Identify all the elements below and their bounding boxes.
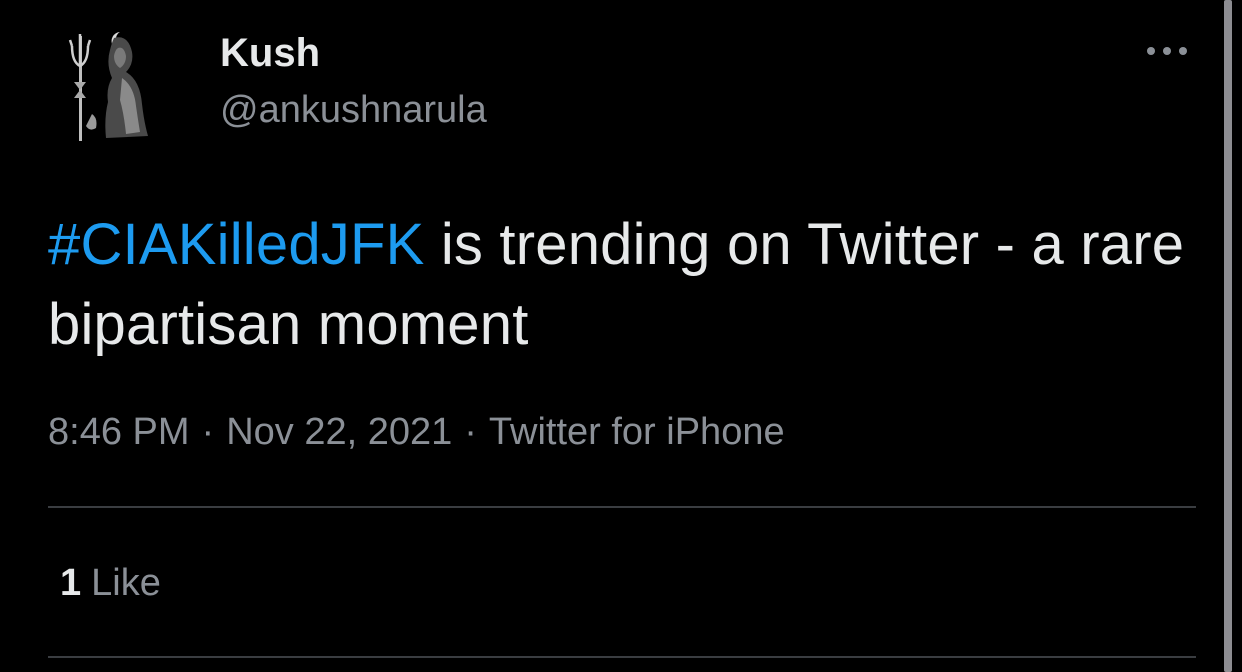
- divider: [48, 656, 1196, 658]
- more-horizontal-icon: [1147, 47, 1187, 55]
- meta-separator: ·: [201, 411, 215, 453]
- author-display-name[interactable]: Kush: [220, 30, 320, 76]
- tweet-source[interactable]: Twitter for iPhone: [489, 411, 785, 453]
- tweet-text: #CIAKilledJFK is trending on Twitter - a…: [48, 205, 1198, 365]
- meta-separator: ·: [464, 411, 477, 453]
- divider: [48, 506, 1196, 508]
- tweet-detail-view: Kush @ankushnarula #CIAKilledJFK is tren…: [0, 0, 1242, 672]
- more-options-button[interactable]: [1138, 34, 1196, 68]
- tweet-time[interactable]: 8:46 PM: [48, 411, 190, 453]
- avatar[interactable]: [62, 18, 158, 148]
- shiva-trident-silhouette-avatar-icon: [68, 32, 148, 141]
- likes-label: Like: [91, 562, 161, 604]
- likes-count: 1: [60, 562, 82, 604]
- likes-stat[interactable]: 1 Like: [60, 560, 161, 606]
- author-handle[interactable]: @ankushnarula: [220, 88, 487, 132]
- scrollbar[interactable]: [1224, 0, 1232, 672]
- hashtag-link[interactable]: #CIAKilledJFK: [48, 212, 425, 277]
- tweet-date[interactable]: Nov 22, 2021: [226, 411, 452, 453]
- tweet-metadata: 8:46 PM · Nov 22, 2021 · Twitter for iPhone: [48, 408, 785, 456]
